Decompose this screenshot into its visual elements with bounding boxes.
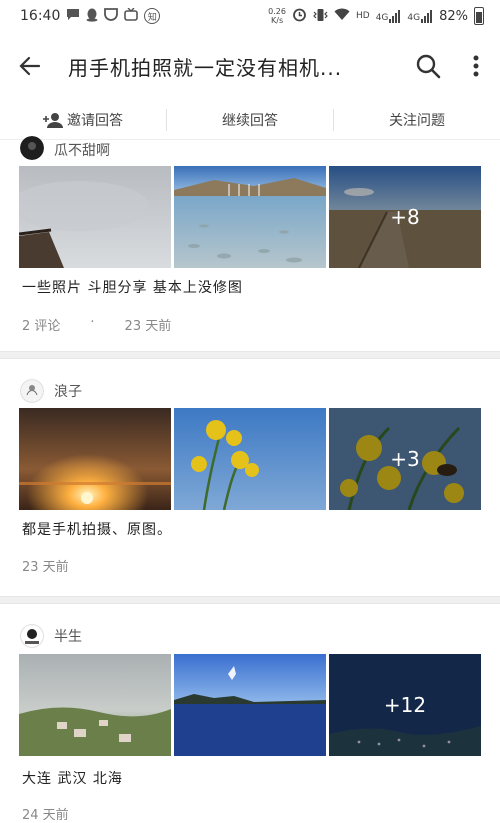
continue-answer-label: 继续回答 <box>222 112 278 129</box>
author-name[interactable]: 浪子 <box>54 381 82 401</box>
alarm-icon <box>292 7 307 25</box>
wifi-icon <box>334 8 350 24</box>
author-name[interactable]: 半生 <box>54 626 82 646</box>
answer-meta: 23 天前 <box>22 556 69 575</box>
answer-card[interactable]: 半生 +12 大连 武汉 北海 24 天前 <box>0 604 500 823</box>
back-button[interactable] <box>0 38 60 94</box>
status-time: 16:40 <box>20 8 61 24</box>
more-vertical-icon <box>473 55 479 77</box>
more-options-button[interactable] <box>452 38 500 94</box>
avatar[interactable] <box>20 379 44 403</box>
section-divider <box>0 351 500 359</box>
image-grid: +3 <box>19 408 481 510</box>
hd-label: HD <box>355 11 370 21</box>
question-action-bar: 邀请回答 继续回答 关注问题 <box>0 100 500 140</box>
answer-image[interactable] <box>174 654 326 756</box>
signal-2: 4G <box>407 9 433 23</box>
more-images-overlay: +3 <box>329 408 481 510</box>
cup-icon <box>104 8 119 24</box>
answer-excerpt[interactable]: 都是手机拍摄、原图。 <box>22 519 172 539</box>
answer-time: 23 天前 <box>22 560 69 575</box>
battery-icon <box>474 7 484 25</box>
net-speed-unit: K/s <box>271 16 284 25</box>
more-images-count: +12 <box>383 693 427 717</box>
search-icon <box>416 54 441 79</box>
signal-1: 4G <box>375 9 402 23</box>
answer-image-more[interactable]: +3 <box>329 408 481 510</box>
signal-bars-2-icon <box>421 9 433 23</box>
signal-bars-1-icon <box>389 9 401 23</box>
answer-image[interactable] <box>19 408 171 510</box>
top-toolbar: 用手机拍照就一定没有相机... <box>0 38 500 94</box>
answer-card[interactable]: 浪子 +3 都是手机拍摄、原图。 23 天前 <box>0 359 500 597</box>
page-title: 用手机拍照就一定没有相机... <box>68 55 343 80</box>
answer-image-more[interactable]: +8 <box>329 166 481 268</box>
signal-2-label: 4G <box>407 12 421 23</box>
status-bar: 16:40 知 0.26 K/s HD 4G 4G 82% <box>0 0 500 32</box>
follow-question-button[interactable]: 关注问题 <box>334 110 500 130</box>
author-row[interactable]: 瓜不甜啊 <box>20 136 110 160</box>
more-images-count: +8 <box>390 205 420 229</box>
answer-image-more[interactable]: +12 <box>329 654 481 756</box>
answer-card[interactable]: 瓜不甜啊 +8 一些照片 斗胆分享 基本上没修图 2 评论 · 23 天前 <box>0 136 500 352</box>
signal-1-label: 4G <box>375 12 389 23</box>
zhihu-badge-icon: 知 <box>144 8 161 24</box>
more-images-overlay: +12 <box>329 654 481 756</box>
answer-image[interactable] <box>19 166 171 268</box>
battery-percent: 82% <box>439 8 468 24</box>
avatar[interactable] <box>20 136 44 160</box>
penguin-icon <box>86 8 98 25</box>
answer-excerpt[interactable]: 大连 武汉 北海 <box>22 768 123 788</box>
invite-answer-button[interactable]: 邀请回答 <box>0 110 166 130</box>
author-row[interactable]: 浪子 <box>20 379 82 403</box>
author-name[interactable]: 瓜不甜啊 <box>54 140 110 160</box>
answer-time: 24 天前 <box>22 808 69 823</box>
answer-image[interactable] <box>19 654 171 756</box>
more-images-overlay: +8 <box>329 166 481 268</box>
net-speed-value: 0.26 <box>268 7 286 16</box>
more-images-count: +3 <box>390 447 420 471</box>
follow-question-label: 关注问题 <box>389 112 445 129</box>
image-grid: +8 <box>19 166 481 268</box>
tv-icon <box>124 7 139 24</box>
answer-image[interactable] <box>174 408 326 510</box>
section-divider <box>0 596 500 604</box>
back-arrow-icon <box>19 56 41 76</box>
status-right: 0.26 K/s HD 4G 4G 82% <box>268 7 484 25</box>
meta-dot: · <box>90 315 95 330</box>
vibrate-icon <box>313 8 328 25</box>
search-button[interactable] <box>404 38 452 94</box>
author-row[interactable]: 半生 <box>20 624 82 648</box>
image-grid: +12 <box>19 654 481 756</box>
continue-answer-button[interactable]: 继续回答 <box>167 110 333 130</box>
answer-excerpt[interactable]: 一些照片 斗胆分享 基本上没修图 <box>22 277 243 297</box>
status-left: 16:40 知 <box>20 7 161 25</box>
answer-meta: 24 天前 <box>22 804 69 823</box>
answer-image[interactable] <box>174 166 326 268</box>
answer-meta: 2 评论 · 23 天前 <box>22 315 171 334</box>
zhihu-badge-label: 知 <box>147 12 157 23</box>
invite-answer-label: 邀请回答 <box>67 112 123 129</box>
net-speed: 0.26 K/s <box>268 7 286 25</box>
answer-time: 23 天前 <box>124 319 172 334</box>
message-icon <box>66 8 80 24</box>
comment-count[interactable]: 2 评论 <box>22 315 60 334</box>
add-user-icon <box>43 112 63 128</box>
avatar[interactable] <box>20 624 44 648</box>
